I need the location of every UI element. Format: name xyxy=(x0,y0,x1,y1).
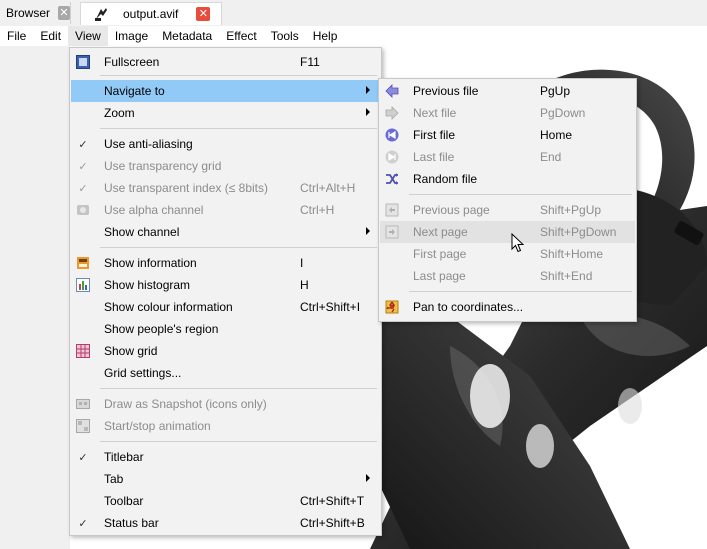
fullscreen-icon xyxy=(75,54,91,70)
menu-help[interactable]: Help xyxy=(306,26,345,46)
menu-item-show-channel[interactable]: Show channel xyxy=(71,221,380,243)
menu-item-tab[interactable]: Tab xyxy=(71,468,380,490)
mouse-cursor-icon xyxy=(511,233,525,253)
submenu-arrow-icon xyxy=(366,86,370,94)
menu-item-random-file[interactable]: Random file xyxy=(380,168,635,190)
menu-item-last-page[interactable]: Last page Shift+End xyxy=(380,265,635,287)
tab-label: Browser xyxy=(6,6,51,20)
menu-item-next-file[interactable]: Next file PgDown xyxy=(380,102,635,124)
menu-item-show-grid[interactable]: Show grid xyxy=(71,340,380,362)
page-previous-icon xyxy=(384,202,400,218)
menu-item-transparency-grid[interactable]: ✓ Use transparency grid xyxy=(71,155,380,177)
menu-item-first-page[interactable]: First page Shift+Home xyxy=(380,243,635,265)
check-icon: ✓ xyxy=(78,160,88,173)
menu-item-first-file[interactable]: First file Home xyxy=(380,124,635,146)
menu-item-anti-aliasing[interactable]: ✓ Use anti-aliasing xyxy=(71,133,380,155)
arrow-left-icon xyxy=(384,83,400,99)
menu-item-status-bar[interactable]: ✓ Status bar Ctrl+Shift+B xyxy=(71,512,380,534)
first-icon xyxy=(384,127,400,143)
menu-item-previous-page[interactable]: Previous page Shift+PgUp xyxy=(380,199,635,221)
information-icon xyxy=(75,255,91,271)
browser-pane xyxy=(0,46,70,549)
menu-item-previous-file[interactable]: Previous file PgUp xyxy=(380,80,635,102)
menu-item-draw-as-snapshot[interactable]: Draw as Snapshot (icons only) xyxy=(71,393,380,415)
menu-item-zoom[interactable]: Zoom xyxy=(71,102,380,124)
close-icon[interactable]: ✕ xyxy=(196,7,211,21)
menu-effect[interactable]: Effect xyxy=(219,26,263,46)
menu-item-toolbar[interactable]: Toolbar Ctrl+Shift+T xyxy=(71,490,380,512)
check-icon: ✓ xyxy=(78,138,88,151)
page-next-icon xyxy=(384,224,400,240)
check-icon: ✓ xyxy=(78,182,88,195)
menu-image[interactable]: Image xyxy=(108,26,155,46)
menu-item-show-colour-information[interactable]: Show colour information Ctrl+Shift+I xyxy=(71,296,380,318)
menu-bar: File Edit View Image Metadata Effect Too… xyxy=(0,26,707,46)
snapshot-icon xyxy=(75,396,91,412)
navigate-submenu: Previous file PgUp Next file PgDown Firs… xyxy=(378,78,637,322)
last-icon xyxy=(384,149,400,165)
submenu-arrow-icon xyxy=(366,108,370,116)
menu-separator xyxy=(100,441,377,442)
menu-item-transparent-index[interactable]: ✓ Use transparent index (≤ 8bits) Ctrl+A… xyxy=(71,177,380,199)
menu-item-show-information[interactable]: Show information I xyxy=(71,252,380,274)
menu-item-grid-settings[interactable]: Grid settings... xyxy=(71,362,380,384)
tab-bar: Browser ✕ output.avif ✕ xyxy=(0,0,707,26)
menu-file[interactable]: File xyxy=(0,26,33,46)
menu-tools[interactable]: Tools xyxy=(264,26,306,46)
menu-item-last-file[interactable]: Last file End xyxy=(380,146,635,168)
submenu-arrow-icon xyxy=(366,227,370,235)
menu-item-pan-to-coordinates[interactable]: Pan to coordinates... xyxy=(380,296,635,318)
menu-item-alpha-channel[interactable]: Use alpha channel Ctrl+H xyxy=(71,199,380,221)
check-icon: ✓ xyxy=(78,451,88,464)
tab-label: output.avif xyxy=(123,7,179,21)
grid-icon xyxy=(75,343,91,359)
menu-separator xyxy=(409,194,632,195)
tab-output[interactable]: output.avif ✕ xyxy=(80,2,222,25)
menu-separator xyxy=(100,247,377,248)
menu-metadata[interactable]: Metadata xyxy=(155,26,219,46)
menu-item-next-page[interactable]: Next page Shift+PgDown xyxy=(380,221,635,243)
image-file-icon xyxy=(95,8,107,21)
menu-item-navigate-to[interactable]: Navigate to xyxy=(71,80,380,102)
menu-item-titlebar[interactable]: ✓ Titlebar xyxy=(71,446,380,468)
animation-icon xyxy=(75,418,91,434)
shuffle-icon xyxy=(384,171,400,187)
close-icon[interactable]: ✕ xyxy=(58,6,70,20)
pan-icon xyxy=(384,299,400,315)
menu-view[interactable]: View xyxy=(68,26,108,46)
menu-separator xyxy=(100,75,377,76)
menu-item-show-peoples-region[interactable]: Show people's region xyxy=(71,318,380,340)
menu-item-start-stop-animation[interactable]: Start/stop animation xyxy=(71,415,380,437)
menu-separator xyxy=(100,128,377,129)
menu-item-fullscreen[interactable]: Fullscreen F11 xyxy=(71,51,380,73)
view-menu: Fullscreen F11 Navigate to Zoom ✓ Use an… xyxy=(69,47,382,536)
menu-item-show-histogram[interactable]: Show histogram H xyxy=(71,274,380,296)
menu-edit[interactable]: Edit xyxy=(33,26,68,46)
menu-separator xyxy=(100,388,377,389)
histogram-icon xyxy=(75,277,91,293)
menu-separator xyxy=(409,291,632,292)
tab-browser[interactable]: Browser ✕ xyxy=(2,2,71,24)
arrow-right-icon xyxy=(384,105,400,121)
check-icon: ✓ xyxy=(78,517,88,530)
submenu-arrow-icon xyxy=(366,474,370,482)
alpha-channel-icon xyxy=(75,202,91,218)
